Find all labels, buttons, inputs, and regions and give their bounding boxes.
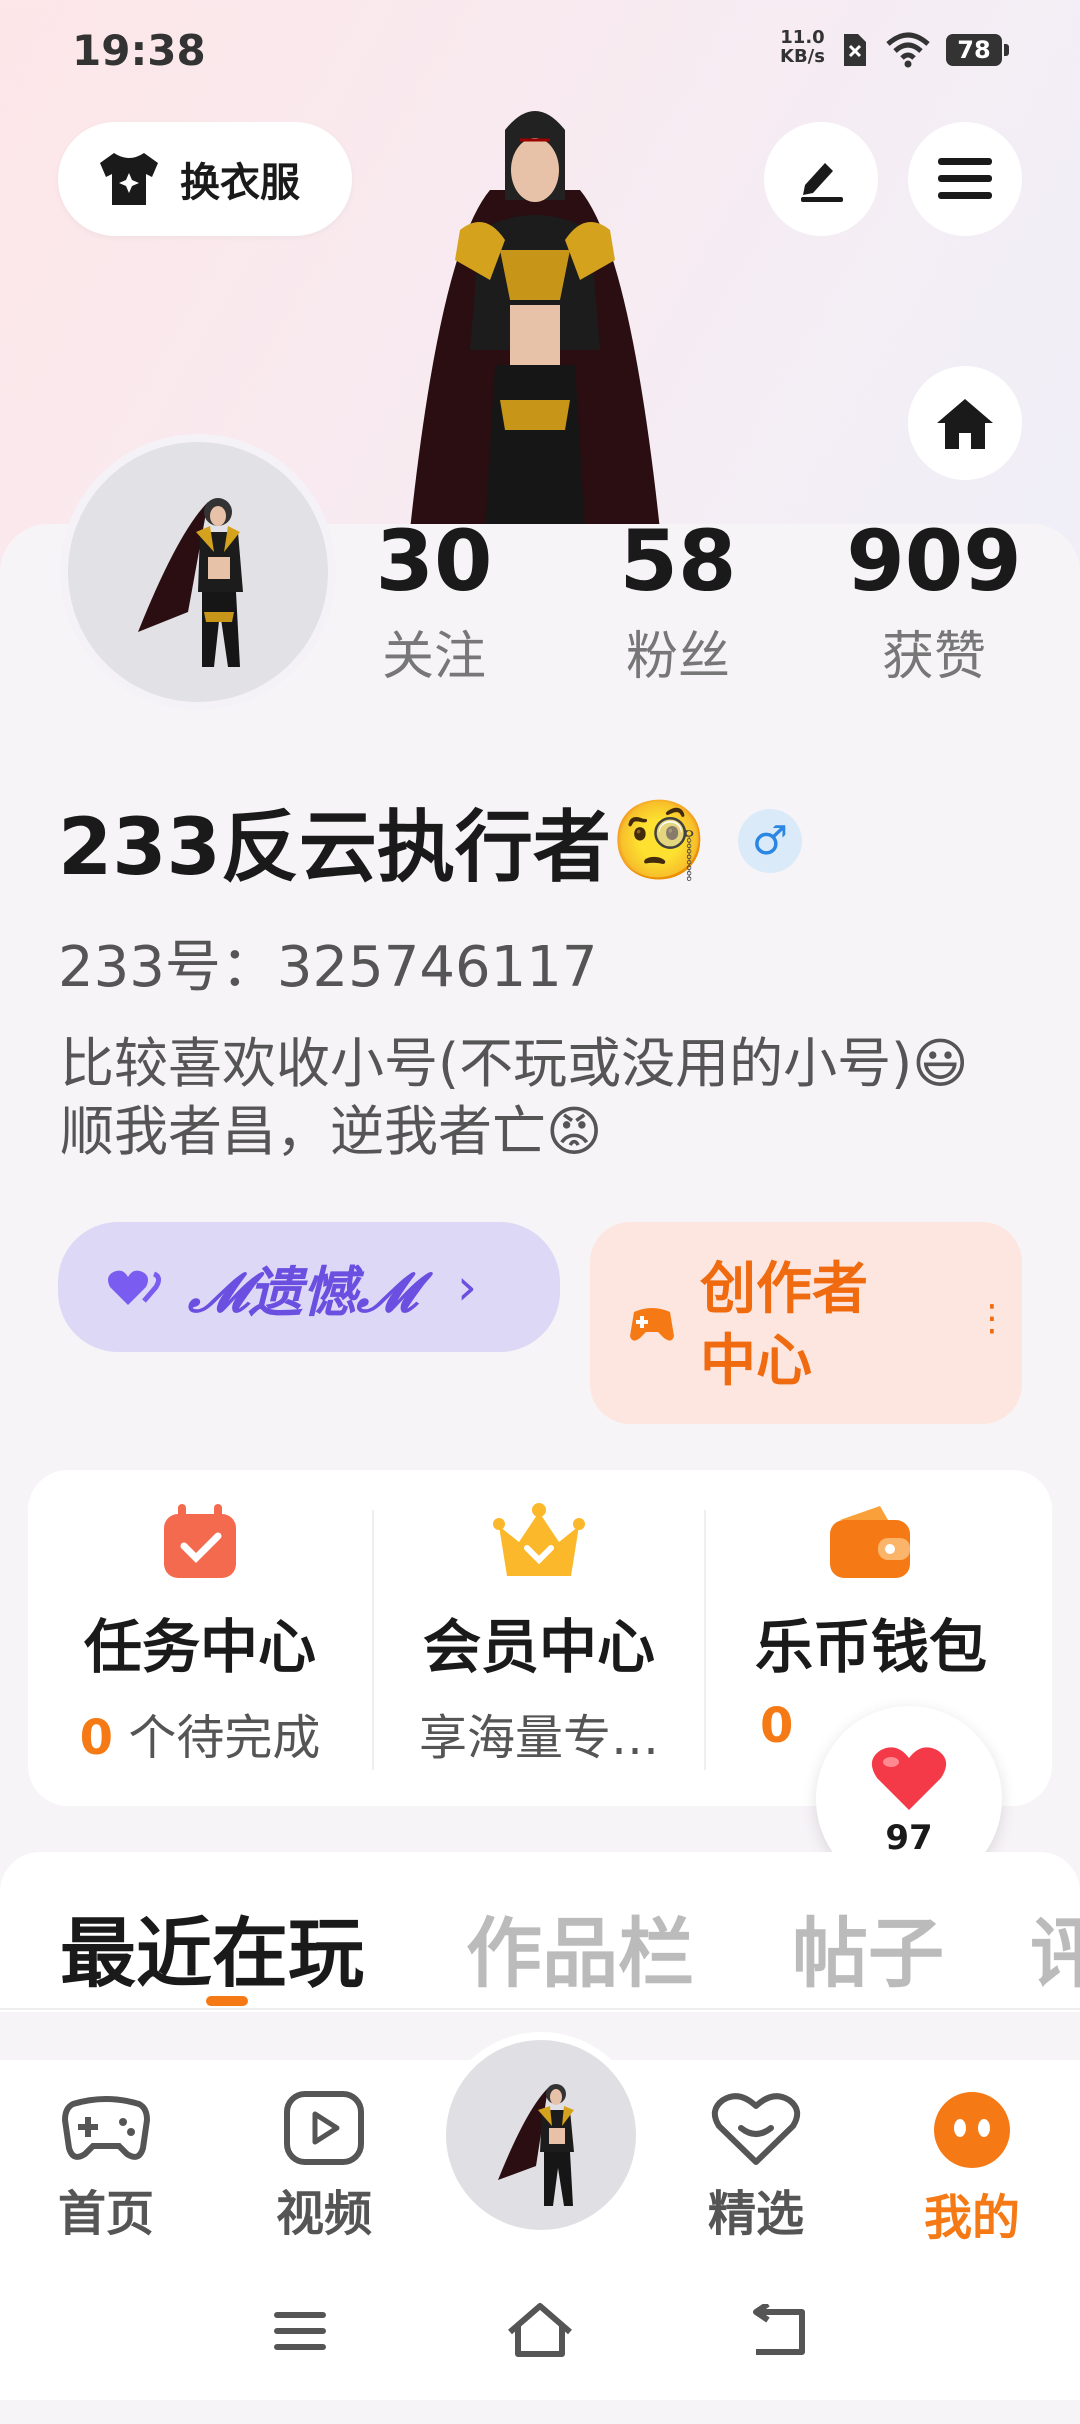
wallet-icon [830, 1506, 910, 1578]
followers-label: 粉丝 [625, 627, 730, 687]
content-tabs: 最近在玩 作品栏 帖子 评 [0, 1852, 1080, 2012]
wifi-icon [886, 32, 930, 68]
member-center-title: 会员中心 [422, 1613, 655, 1681]
tab-indicator [206, 1996, 248, 2006]
hearts-icon [108, 1270, 162, 1305]
coin-wallet-title: 乐币钱包 [754, 1613, 987, 1681]
profile-name: 233反云执行者 [58, 803, 611, 893]
chevron-right-icon: › [456, 1258, 477, 1316]
nav-center-avatar[interactable] [438, 2032, 644, 2238]
creator-label-line2: 中心 [700, 1329, 812, 1394]
status-time: 19:38 [72, 26, 206, 75]
stat-likes[interactable]: 909 获赞 [824, 516, 1044, 689]
nav-video[interactable]: 视频 [234, 2090, 414, 2244]
following-count: 30 [375, 512, 493, 610]
likes-count: 909 [846, 512, 1022, 610]
status-bar: 19:38 11.0 KB/s 78 [0, 0, 1080, 100]
signature-tag-label: 𝓜遗憾𝓜 [188, 1260, 417, 1324]
likes-label: 获赞 [881, 627, 986, 687]
profile-name-row: 233反云执行者 🧐 ♂ [58, 785, 802, 897]
gamepad-icon [630, 1308, 674, 1341]
avatar-figure-icon [138, 498, 243, 667]
nav-featured-label: 精选 [707, 2186, 804, 2242]
coin-count: 0 [760, 1698, 794, 1754]
creator-center-button[interactable]: 创作者 中心 ⋮ [590, 1222, 1022, 1424]
edit-profile-button[interactable] [764, 122, 878, 236]
system-menu-icon[interactable] [272, 2306, 330, 2356]
calendar-check-icon [164, 1504, 236, 1578]
net-speed-unit: KB/s [780, 46, 825, 67]
creator-label-line1: 创作者 [700, 1257, 868, 1322]
pen-icon [801, 163, 843, 202]
home-button[interactable] [908, 366, 1022, 480]
stat-following[interactable]: 30 关注 [324, 516, 544, 689]
tab-comments[interactable]: 评 [1030, 1892, 1080, 2002]
nav-me[interactable]: 我的 [882, 2090, 1062, 2248]
nav-featured[interactable]: 精选 [666, 2090, 846, 2244]
avatar-figure-icon [498, 2084, 574, 2206]
profile-avatar[interactable] [60, 434, 336, 710]
home-icon [937, 399, 993, 449]
divider [0, 2008, 1080, 2010]
nav-me-label: 我的 [923, 2190, 1020, 2246]
user-id-label: 233号： [58, 935, 277, 1000]
nav-home[interactable]: 首页 [16, 2090, 196, 2244]
menu-button[interactable] [908, 122, 1022, 236]
net-speed-value: 11.0 [780, 27, 825, 48]
user-id[interactable]: 233号：325746117 [58, 922, 598, 1003]
stat-followers[interactable]: 58 粉丝 [568, 516, 788, 689]
hamburger-icon [938, 158, 992, 199]
sim-off-icon [844, 34, 866, 66]
system-back-icon[interactable] [748, 2304, 810, 2358]
tab-recently-played[interactable]: 最近在玩 [60, 1892, 364, 2002]
character-avatar-3d[interactable] [400, 100, 670, 530]
member-center[interactable]: 会员中心 享海量专… [374, 1470, 704, 1806]
me-face-icon [934, 2092, 1010, 2168]
more-dots-icon: ⋮ [974, 1298, 1010, 1339]
profile-bio: 比较喜欢收小号(不玩或没用的小号)😃顺我者昌，逆我者亡😡 [60, 1032, 969, 1163]
pending-count: 0 [79, 1710, 114, 1766]
tab-works[interactable]: 作品栏 [466, 1892, 694, 2002]
system-home-icon[interactable] [504, 2300, 576, 2360]
heart-icon [871, 1747, 947, 1810]
user-id-value: 325746117 [276, 935, 598, 1000]
followers-count: 58 [619, 512, 737, 610]
creator-center-label: 创作者 中心 [700, 1254, 868, 1398]
nav-video-label: 视频 [275, 2186, 372, 2242]
change-outfit-button[interactable]: 换衣服 [58, 122, 352, 236]
member-center-sub: 享海量专… [418, 1710, 659, 1766]
gamepad-nav-icon [61, 2096, 151, 2160]
gender-male-icon: ♂ [737, 809, 802, 873]
pending-text: 个待完成 [113, 1710, 321, 1766]
crown-icon [493, 1503, 585, 1576]
tshirt-icon [100, 153, 158, 205]
tab-posts[interactable]: 帖子 [792, 1892, 944, 2002]
change-outfit-label: 换衣服 [180, 160, 300, 206]
signature-tag-button[interactable]: 𝓜遗憾𝓜 › [58, 1222, 560, 1352]
monocle-emoji: 🧐 [610, 795, 708, 886]
task-center-sub: 0 个待完成 [28, 1698, 372, 1768]
net-speed: 11.0 KB/s [780, 28, 825, 66]
heart-chat-icon [711, 2093, 801, 2165]
battery-indicator: 78 [946, 34, 1009, 66]
task-center-title: 任务中心 [83, 1613, 316, 1681]
nav-home-label: 首页 [57, 2186, 154, 2242]
task-center[interactable]: 任务中心 0 个待完成 [28, 1470, 372, 1806]
following-label: 关注 [381, 627, 486, 687]
video-play-icon [284, 2091, 364, 2165]
